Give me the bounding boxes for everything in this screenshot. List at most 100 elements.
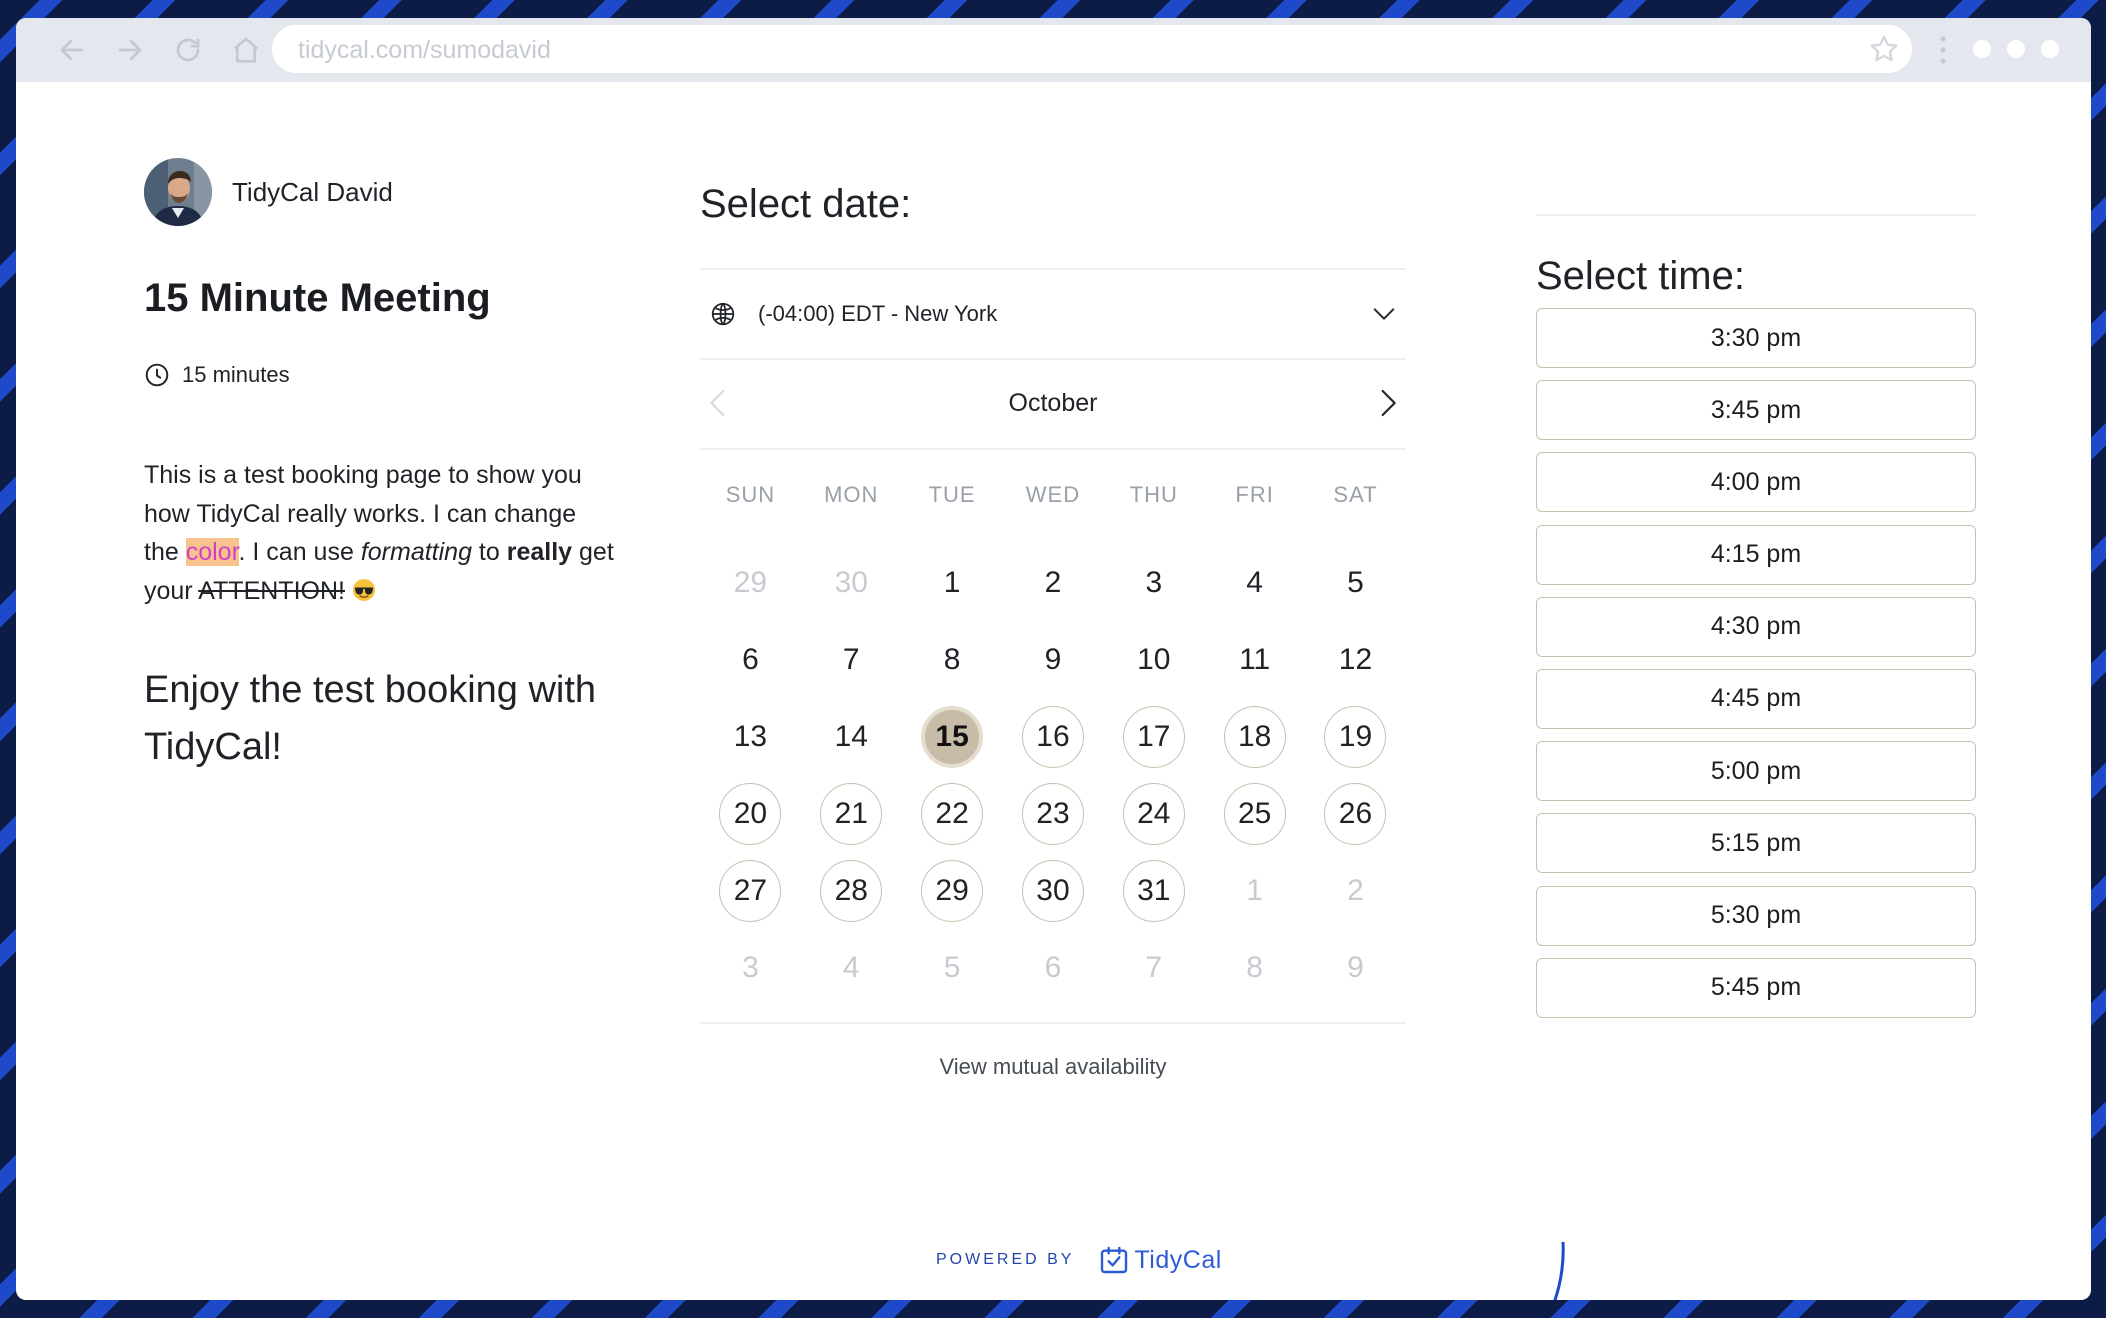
powered-by[interactable]: POWERED BY TidyCal: [936, 1244, 1222, 1276]
calendar-day[interactable]: 23: [1003, 775, 1104, 852]
day-number: 5: [1347, 565, 1364, 599]
time-slot-button[interactable]: 5:00 pm: [1536, 741, 1976, 802]
day-number: 20: [719, 782, 782, 845]
reload-icon[interactable]: [170, 32, 206, 68]
timezone-label: (-04:00) EDT - New York: [758, 301, 998, 326]
calendar-day[interactable]: 21: [801, 775, 902, 852]
home-icon[interactable]: [228, 32, 264, 68]
day-number: 5: [943, 950, 961, 984]
day-number: 28: [820, 859, 883, 922]
calendar-day: 11: [1204, 621, 1305, 698]
calendar-week: 20 21 22 23 24 25 26: [700, 775, 1406, 852]
tidycal-logo: TidyCal: [1098, 1244, 1221, 1276]
calendar-week: 27 28 29 30 31 1 2: [700, 852, 1406, 929]
calendar-day: 8: [902, 621, 1003, 698]
day-number: 15: [921, 705, 984, 768]
weekday-label: TUE: [928, 482, 976, 507]
calendar-day[interactable]: 29: [902, 852, 1003, 929]
month-navigator: October: [700, 358, 1406, 448]
day-number: 14: [834, 719, 868, 753]
calendar-grid: 29 30 1 2 3 4 5 6 7 8 9 10 11 12 13 14 15 16 17 18 19 20 21 22 2…: [700, 544, 1406, 1006]
calendar-day: 6: [1003, 929, 1104, 1006]
time-slot-button[interactable]: 3:45 pm: [1536, 380, 1976, 441]
address-bar[interactable]: tidycal.com/sumodavid: [272, 25, 1912, 73]
bookmark-star-icon[interactable]: [1868, 33, 1900, 65]
calendar-day: 6: [700, 621, 801, 698]
day-number: 8: [943, 642, 961, 676]
time-slot-button[interactable]: 5:15 pm: [1536, 813, 1976, 874]
calendar-day: 9: [1003, 621, 1104, 698]
forward-arrow-icon[interactable]: [112, 32, 148, 68]
window-dots: [1973, 40, 2059, 58]
description-text: to: [471, 538, 507, 566]
day-number: 17: [1122, 705, 1185, 768]
time-slot-button[interactable]: 4:45 pm: [1536, 668, 1976, 729]
day-number: 30: [834, 565, 868, 599]
day-number: 7: [842, 642, 860, 676]
calendar-day: 10: [1103, 621, 1204, 698]
description-highlight: color: [185, 538, 239, 566]
day-number: 3: [1145, 565, 1163, 599]
day-number: 3: [742, 950, 759, 984]
month-label: October: [1008, 389, 1098, 417]
time-slot-button[interactable]: 3:30 pm: [1536, 308, 1976, 368]
calendar-day[interactable]: 27: [700, 852, 801, 929]
timezone-select[interactable]: (-04:00) EDT - New York: [700, 270, 1406, 358]
meeting-description: This is a test booking page to show you …: [144, 456, 614, 610]
back-arrow-icon[interactable]: [54, 32, 90, 68]
day-number: 29: [921, 859, 984, 922]
select-time-heading: Select time:: [1536, 254, 1745, 298]
time-slot-button[interactable]: 4:15 pm: [1536, 524, 1976, 585]
weekday-label: SAT: [1333, 482, 1378, 507]
calendar-day[interactable]: 28: [801, 852, 902, 929]
calendar-day: 30: [801, 544, 902, 621]
calendar-day[interactable]: 25: [1204, 775, 1305, 852]
weekday-label: MON: [824, 482, 879, 507]
day-number: 31: [1122, 859, 1185, 922]
calendar-day[interactable]: 18: [1204, 698, 1305, 775]
weekday-label: FRI: [1235, 482, 1274, 507]
calendar-day[interactable]: 17: [1103, 698, 1204, 775]
kebab-menu-icon[interactable]: [1938, 34, 1948, 66]
calendar-day[interactable]: 24: [1103, 775, 1204, 852]
day-number: 27: [719, 859, 782, 922]
browser-toolbar: tidycal.com/sumodavid: [16, 18, 2091, 82]
divider: [700, 1022, 1406, 1024]
next-month-chevron-icon[interactable]: [1372, 386, 1404, 420]
day-number: 6: [1044, 950, 1062, 984]
calendar-day: 12: [1305, 621, 1406, 698]
calendar-day[interactable]: 20: [700, 775, 801, 852]
time-slot-button[interactable]: 4:00 pm: [1536, 452, 1976, 513]
day-number: 30: [1021, 859, 1084, 922]
weekday-label: WED: [1025, 482, 1081, 507]
calendar-week: 29 30 1 2 3 4 5: [700, 544, 1406, 621]
calendar-day: 29: [700, 544, 801, 621]
browser-window: tidycal.com/sumodavid TidyCal David 15 M…: [16, 18, 2091, 1300]
time-slot-button[interactable]: 5:30 pm: [1536, 885, 1976, 946]
view-mutual-availability-link[interactable]: View mutual availability: [700, 1054, 1406, 1080]
time-slot-button[interactable]: 4:30 pm: [1536, 596, 1976, 657]
description-italic: formatting: [360, 538, 472, 566]
calendar-day: 7: [1103, 929, 1204, 1006]
calendar-day[interactable]: 30: [1003, 852, 1104, 929]
day-number: 23: [1021, 782, 1084, 845]
calendar-day[interactable]: 26: [1305, 775, 1406, 852]
window-dot: [1973, 40, 1991, 58]
day-number: 9: [1044, 642, 1062, 676]
calendar-day-selected[interactable]: 15: [902, 698, 1003, 775]
day-number: 25: [1223, 782, 1286, 845]
calendar-day[interactable]: 16: [1003, 698, 1104, 775]
calendar-day[interactable]: 19: [1305, 698, 1406, 775]
calendar-day[interactable]: 22: [902, 775, 1003, 852]
day-number: 26: [1324, 782, 1387, 845]
day-number: 2: [1044, 565, 1062, 599]
calendar-day: 1: [902, 544, 1003, 621]
time-slot-button[interactable]: 5:45 pm: [1536, 957, 1976, 1018]
day-number: 21: [820, 782, 883, 845]
day-number: 2: [1347, 873, 1364, 907]
calendar-day: 3: [700, 929, 801, 1006]
avatar: [144, 158, 212, 226]
calendar-day: 3: [1103, 544, 1204, 621]
calendar-day[interactable]: 31: [1103, 852, 1204, 929]
description-bold: really: [506, 538, 573, 566]
